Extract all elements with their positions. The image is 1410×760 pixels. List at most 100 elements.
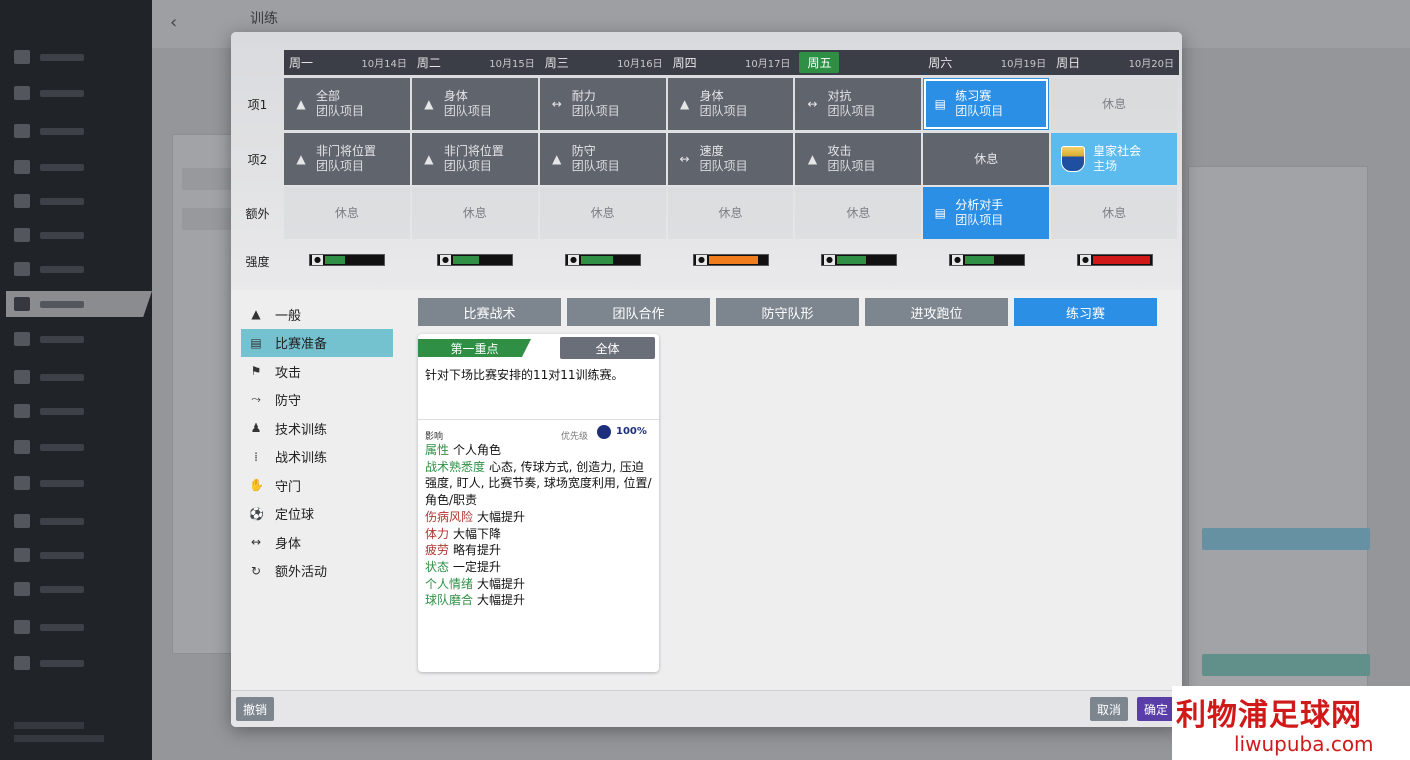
category-label: 比赛准备 bbox=[275, 337, 328, 353]
day-name-today: 周五 bbox=[799, 52, 840, 73]
slot-subtitle: 团队项目 bbox=[316, 159, 365, 173]
priority-label: 优先级 bbox=[561, 432, 589, 442]
session-row-extra: 休息 休息 休息 休息 休息 ▤ 分析对手 团队项目 休息 bbox=[284, 187, 1179, 239]
slot-text: 休息 bbox=[1102, 97, 1126, 112]
category-item[interactable]: ▲ 一般 bbox=[241, 300, 393, 329]
category-item[interactable]: ▤ 比赛准备 bbox=[241, 328, 393, 357]
schedule-slot[interactable]: ▲ 非门将位置 团队项目 bbox=[411, 133, 538, 185]
training-tab[interactable]: 练习赛 bbox=[1014, 298, 1157, 326]
slot-text: 防守 团队项目 bbox=[572, 144, 620, 174]
slot-text: 非门将位置 团队项目 bbox=[444, 144, 504, 174]
confirm-button[interactable]: 确定 bbox=[1137, 697, 1176, 721]
category-item[interactable]: ↔ 身体 bbox=[241, 528, 393, 557]
schedule-slot[interactable]: ↔ 速度 团队项目 bbox=[667, 133, 794, 185]
schedule-slot[interactable]: 休息 bbox=[795, 187, 922, 239]
slot-subtitle: 团队项目 bbox=[316, 104, 365, 118]
slot-title: 全部 bbox=[316, 89, 341, 103]
effect-key: 体力 bbox=[425, 526, 450, 541]
day-name: 周一 bbox=[289, 56, 314, 70]
slot-subtitle: 团队项目 bbox=[571, 104, 620, 118]
category-item[interactable]: ✋ 守门 bbox=[241, 471, 393, 500]
slot-text: 休息 bbox=[335, 206, 359, 221]
category-label: 战术训练 bbox=[275, 451, 328, 467]
schedule-slot[interactable]: ▲ 身体 团队项目 bbox=[667, 78, 794, 130]
intensity-bar: ● bbox=[437, 254, 513, 266]
slot-subtitle: 主场 bbox=[1093, 159, 1118, 173]
training-tab[interactable]: 进攻跑位 bbox=[865, 298, 1008, 326]
scope-button[interactable]: 全体 bbox=[560, 337, 655, 359]
effect-value: 大幅提升 bbox=[477, 576, 526, 591]
schedule-slot[interactable]: 休息 bbox=[923, 133, 1050, 185]
slot-title: 耐力 bbox=[571, 89, 596, 103]
schedule-slot[interactable]: 休息 bbox=[411, 187, 538, 239]
flame-icon: ● bbox=[824, 255, 835, 265]
effect-line: 体力 大幅下降 bbox=[425, 526, 653, 543]
undo-button[interactable]: 撤销 bbox=[236, 697, 275, 721]
slot-title: 休息 bbox=[1102, 96, 1127, 111]
schedule-slot[interactable]: 休息 bbox=[284, 187, 410, 239]
cone-icon: ▲ bbox=[807, 152, 818, 166]
slot-text: 休息 bbox=[1102, 206, 1126, 221]
schedule-slot[interactable]: ▲ 攻击 团队项目 bbox=[795, 133, 922, 185]
day-name: 周六 bbox=[928, 56, 953, 70]
intensity-bar: ● bbox=[693, 254, 769, 266]
card-divider bbox=[418, 419, 659, 420]
schedule-slot[interactable]: 休息 bbox=[1051, 187, 1178, 239]
schedule-slot[interactable]: 休息 bbox=[539, 187, 666, 239]
slot-text: 耐力 团队项目 bbox=[572, 89, 620, 119]
row-label-session-2: 项2 bbox=[247, 152, 268, 167]
training-tab[interactable]: 防守队形 bbox=[716, 298, 859, 326]
slot-text: 非门将位置 团队项目 bbox=[316, 144, 376, 174]
dialog-footer: 撤销 取消 确定 bbox=[231, 690, 1182, 727]
slot-text: 休息 bbox=[974, 152, 998, 167]
category-item[interactable]: ⚑ 攻击 bbox=[241, 357, 393, 386]
effect-key: 伤病风险 bbox=[425, 509, 474, 524]
category-item[interactable]: ↻ 额外活动 bbox=[241, 557, 393, 586]
category-item[interactable]: ⚽ 定位球 bbox=[241, 500, 393, 529]
flame-icon: ● bbox=[952, 255, 963, 265]
schedule-slot[interactable]: ▲ 非门将位置 团队项目 bbox=[284, 133, 410, 185]
schedule-slot[interactable]: 休息 bbox=[667, 187, 794, 239]
flame-icon: ● bbox=[568, 255, 579, 265]
clipboard-icon: ▤ bbox=[934, 97, 946, 111]
day-date: 10月19日 bbox=[1000, 59, 1047, 70]
weekly-schedule: 周一 10月14日 周二 10月15日 周三 10月16日 周四 10月17日 周五 周… bbox=[231, 32, 1182, 290]
slot-title: 攻击 bbox=[827, 144, 852, 158]
schedule-slot[interactable]: ▲ 身体 团队项目 bbox=[411, 78, 538, 130]
effect-key: 球队磨合 bbox=[425, 593, 474, 608]
category-item[interactable]: ⁞ 战术训练 bbox=[241, 443, 393, 472]
slide-tackle-icon: ⤳ bbox=[251, 392, 261, 407]
schedule-slot[interactable]: ▤ 练习赛 团队项目 bbox=[923, 78, 1050, 130]
schedule-slot[interactable]: ▤ 分析对手 团队项目 bbox=[923, 187, 1050, 239]
schedule-slot[interactable]: 皇家社会 主场 bbox=[1051, 133, 1177, 185]
training-tab[interactable]: 团队合作 bbox=[567, 298, 710, 326]
effect-line: 状态 一定提升 bbox=[425, 559, 653, 576]
slot-title: 休息 bbox=[1102, 205, 1127, 220]
set-piece-icon: ⚽ bbox=[249, 506, 264, 521]
slot-title: 防守 bbox=[571, 144, 596, 158]
intensity-fill bbox=[325, 256, 345, 264]
cancel-button[interactable]: 取消 bbox=[1090, 697, 1129, 721]
slot-title: 练习赛 bbox=[955, 89, 992, 103]
training-type-tabs: 比赛战术 团队合作 防守队形 进攻跑位 练习赛 bbox=[418, 298, 1157, 326]
effect-value: 大幅下降 bbox=[453, 526, 502, 541]
category-item[interactable]: ♟ 技术训练 bbox=[241, 414, 393, 443]
training-tab[interactable]: 比赛战术 bbox=[418, 298, 561, 326]
kick-icon: ♟ bbox=[250, 421, 262, 436]
schedule-slot[interactable]: ↔ 耐力 团队项目 bbox=[539, 78, 666, 130]
slot-title: 对抗 bbox=[827, 89, 852, 103]
slot-title: 速度 bbox=[699, 144, 724, 158]
slot-text: 休息 bbox=[463, 206, 487, 221]
intensity-fill bbox=[709, 256, 758, 264]
category-label: 身体 bbox=[275, 536, 302, 552]
schedule-slot[interactable]: ▲ 防守 团队项目 bbox=[539, 133, 666, 185]
slot-subtitle: 团队项目 bbox=[699, 159, 748, 173]
slot-subtitle: 团队项目 bbox=[571, 159, 620, 173]
priority-dot-icon bbox=[597, 425, 611, 439]
schedule-slot[interactable]: 休息 bbox=[1051, 78, 1177, 130]
effect-line: 疲劳 略有提升 bbox=[425, 542, 653, 559]
category-item[interactable]: ⤳ 防守 bbox=[241, 386, 393, 415]
effect-key: 个人情绪 bbox=[425, 576, 474, 591]
schedule-slot[interactable]: ↔ 对抗 团队项目 bbox=[795, 78, 922, 130]
schedule-slot[interactable]: ▲ 全部 团队项目 bbox=[284, 78, 410, 130]
